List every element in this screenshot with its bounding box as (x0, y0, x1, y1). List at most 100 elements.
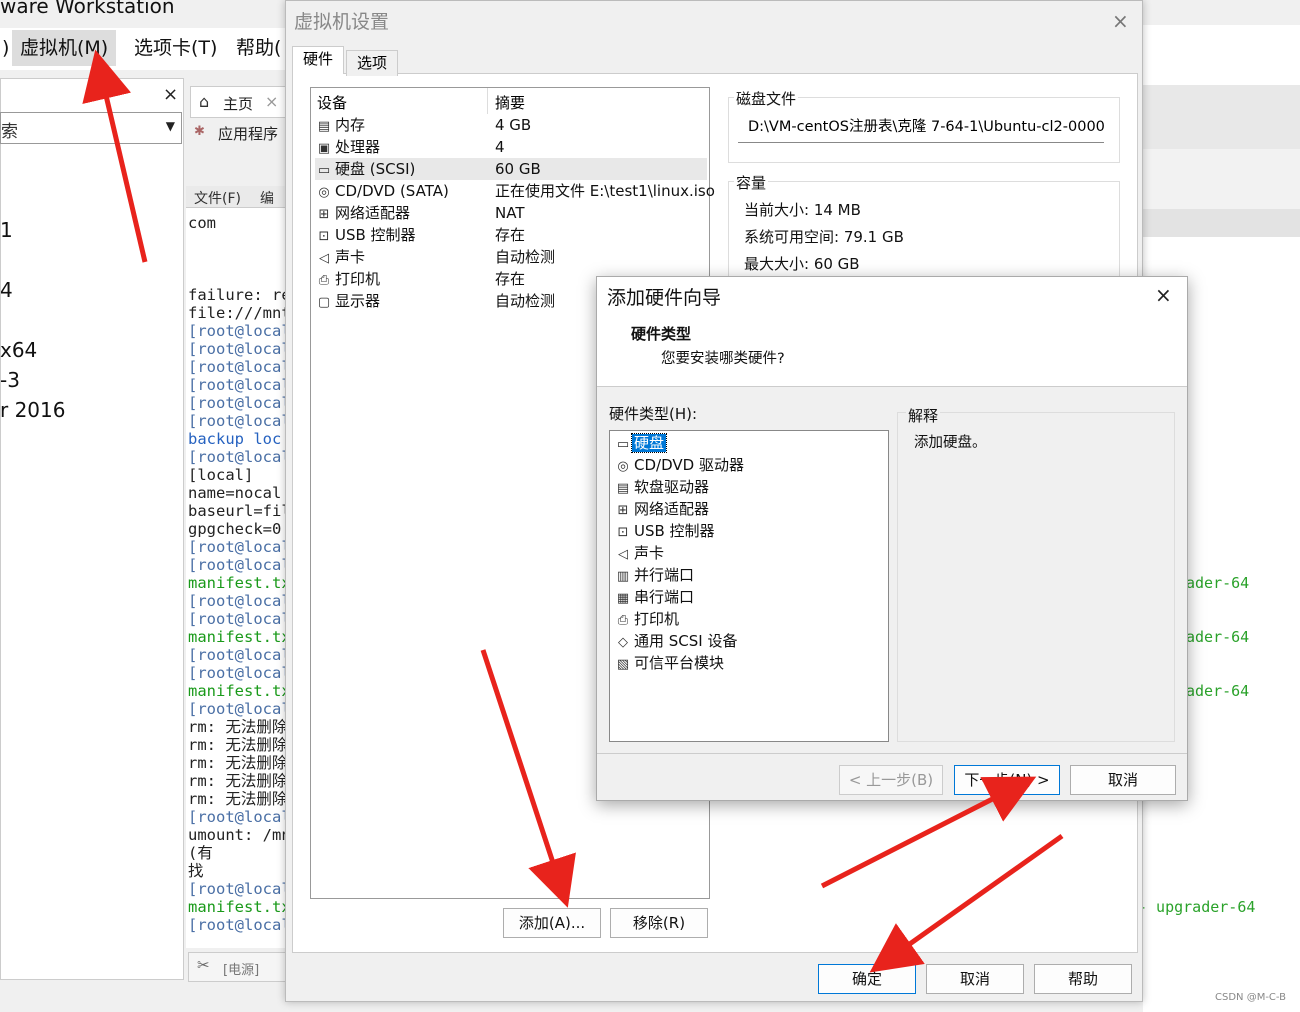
wrench-icon: ✂ (197, 956, 210, 974)
app-title: ware Workstation (0, 0, 175, 18)
menu-file[interactable]: 文件(F) (194, 188, 241, 208)
tpm-icon: ▧ (616, 657, 630, 672)
terminal-line: name=nocal (188, 484, 282, 502)
hardware-type-item[interactable]: ⎙ 打印机 (614, 608, 681, 630)
device-row[interactable]: ▭ 硬盘 (SCSI) 60 GB (315, 158, 707, 180)
library-item[interactable]: 1 (0, 218, 13, 242)
hardware-type-item[interactable]: ◁ 声卡 (614, 542, 666, 564)
disk-file-field[interactable]: D:\VM-centOS注册表\克隆 7-64-1\Ubuntu-cl2-000… (738, 113, 1104, 143)
library-item[interactable]: 4 (0, 278, 13, 302)
device-summary: 60 GB (495, 160, 541, 178)
max-size: 最大大小: 60 GB (744, 255, 860, 273)
library-search-input[interactable]: 索 ▼ (0, 112, 182, 144)
terminal-fragment: ader-64 (1186, 628, 1250, 646)
device-name: 显示器 (335, 292, 381, 310)
hardware-type-name: 串行端口 (634, 588, 695, 606)
back-button[interactable]: < 上一步(B) (839, 765, 943, 795)
hardware-type-item[interactable]: ▤ 软盘驱动器 (614, 476, 711, 498)
terminal-line: rm: 无法删除 (188, 736, 286, 754)
terminal-line: [root@local (188, 646, 286, 664)
add-button[interactable]: 添加(A)... (503, 908, 601, 938)
device-summary: 4 GB (495, 116, 532, 134)
disk-file-label: 磁盘文件 (734, 88, 799, 109)
menu-vm[interactable]: 虚拟机(M) (12, 30, 117, 66)
terminal-line: [root@local (188, 916, 286, 934)
capacity-label: 容量 (734, 172, 769, 193)
device-row[interactable]: ◁ 声卡 自动检测 (315, 246, 707, 268)
device-row[interactable]: ⊞ 网络适配器 NAT (315, 202, 707, 224)
device-name: 处理器 (335, 138, 381, 156)
hardware-type-item[interactable]: ◎ CD/DVD 驱动器 (614, 454, 746, 476)
usb-controller-icon: ⊡ (617, 525, 629, 540)
help-button[interactable]: 帮助 (1034, 964, 1132, 994)
terminal-line: rm: 无法删除 (188, 718, 286, 736)
power-status-label: [电源] (223, 963, 260, 978)
dialog-title: 虚拟机设置 (294, 11, 390, 33)
tab-options[interactable]: 选项 (346, 50, 399, 76)
device-row[interactable]: ▣ 处理器 4 (315, 136, 707, 158)
library-panel (0, 78, 184, 980)
terminal-fragment: - upgrader-64 (1138, 898, 1256, 916)
cd-dvd-drive-icon: ◎ (617, 459, 629, 474)
hardware-type-item[interactable]: ▥ 并行端口 (614, 564, 696, 586)
column-device[interactable]: 设备 (317, 92, 347, 113)
wizard-cancel-button[interactable]: 取消 (1070, 765, 1176, 795)
hardware-type-item[interactable]: ⊡ USB 控制器 (614, 520, 717, 542)
home-icon: ⌂ (199, 92, 210, 111)
hardware-type-item[interactable]: ⊞ 网络适配器 (614, 498, 711, 520)
device-row[interactable]: ▤ 内存 4 GB (315, 114, 707, 136)
cancel-button[interactable]: 取消 (926, 964, 1024, 994)
device-row[interactable]: ⊡ USB 控制器 存在 (315, 224, 707, 246)
next-button[interactable]: 下一步(N) > (954, 765, 1060, 795)
terminal-line: [root@local (188, 322, 286, 340)
terminal[interactable]: com failure: re file:///mnt [root@local [roo… (186, 208, 286, 948)
remove-button[interactable]: 移除(R) (610, 908, 708, 938)
device-row[interactable]: ◎ CD/DVD (SATA) 正在使用文件 E:\test1\linux.iso (315, 180, 715, 202)
terminal-line: backup loc (188, 430, 282, 448)
library-item[interactable]: r 2016 (0, 398, 65, 422)
close-icon[interactable]: × (265, 92, 278, 111)
tab-apps[interactable]: 应用程序 (218, 123, 278, 144)
hard-disk-icon: ▭ (317, 163, 331, 178)
memory-icon: ▤ (317, 119, 331, 134)
column-summary[interactable]: 摘要 (495, 92, 525, 113)
tab-hardware[interactable]: 硬件 (292, 46, 345, 74)
ok-button[interactable]: 确定 (818, 964, 916, 994)
menu-help[interactable]: 帮助( (228, 30, 289, 66)
tab-home[interactable]: ⌂ 主页 × (190, 86, 286, 118)
menu-tabs[interactable]: 选项卡(T) (126, 30, 225, 66)
library-item[interactable]: -3 (0, 368, 20, 392)
chevron-down-icon[interactable]: ▼ (166, 119, 175, 133)
close-icon[interactable]: × (1112, 9, 1129, 33)
wizard-heading: 硬件类型 (631, 325, 692, 343)
library-item[interactable]: x64 (0, 338, 37, 362)
generic-scsi-icon: ◇ (618, 635, 628, 650)
hardware-type-name: 声卡 (634, 544, 665, 562)
hardware-type-item[interactable]: ▦ 串行端口 (614, 586, 696, 608)
hardware-type-list[interactable]: ▭ 硬盘 ◎ CD/DVD 驱动器 ▤ 软盘驱动器 ⊞ 网络适配器 ⊡ USB 控制器 ◁ 声卡 ▥ 并行… (609, 430, 889, 742)
cd-dvd-icon: ◎ (318, 185, 330, 200)
close-icon[interactable]: × (1155, 283, 1172, 307)
terminal-line: [local] (188, 466, 254, 484)
sound-card-icon: ◁ (319, 251, 329, 266)
device-name: USB 控制器 (335, 226, 416, 244)
hardware-type-name: 打印机 (634, 610, 680, 628)
library-close-icon[interactable]: × (163, 84, 178, 105)
explain-label: 解释 (906, 405, 941, 426)
terminal-line: [root@local (188, 664, 286, 682)
hardware-type-item[interactable]: ▧ 可信平台模块 (614, 652, 726, 674)
hardware-type-item[interactable]: ◇ 通用 SCSI 设备 (614, 630, 739, 652)
terminal-line: [root@local (188, 448, 286, 466)
device-summary: 4 (495, 138, 505, 156)
terminal-line: com (188, 214, 216, 232)
serial-port-icon: ▦ (616, 591, 630, 606)
printer-icon: ⎙ (617, 613, 629, 628)
hard-disk-icon: ▭ (616, 437, 630, 452)
explain-group: 解释 添加硬盘。 (897, 405, 1175, 742)
hardware-type-label: 硬件类型(H): (609, 405, 698, 423)
terminal-line: umount: /mn (188, 826, 286, 844)
hardware-type-item[interactable]: ▭ 硬盘 (614, 432, 668, 454)
